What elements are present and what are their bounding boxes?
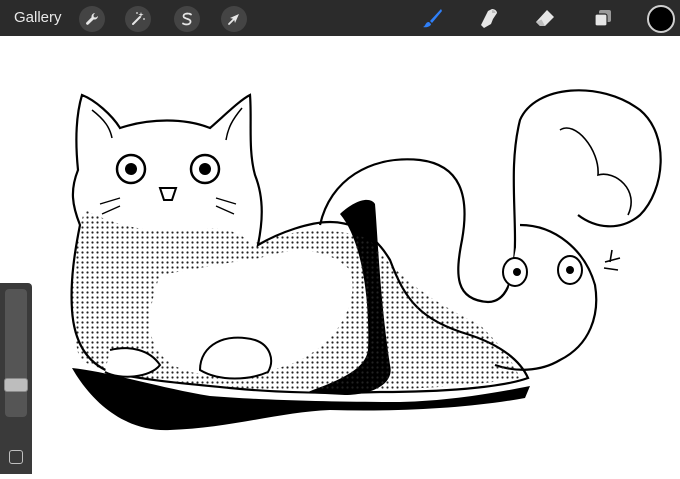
gallery-button[interactable]: Gallery bbox=[14, 9, 62, 26]
top-toolbar: Gallery bbox=[0, 0, 680, 36]
modify-button[interactable] bbox=[9, 450, 23, 464]
brush-size-slider-thumb[interactable] bbox=[4, 378, 28, 392]
eraser-icon bbox=[536, 10, 554, 26]
cat-and-squirrel-illustration bbox=[70, 89, 662, 431]
arrow-cursor-icon bbox=[228, 14, 239, 25]
layers-icon bbox=[594, 10, 611, 27]
smudge-finger-icon bbox=[481, 9, 497, 28]
cat-nose bbox=[158, 187, 178, 201]
transform-button[interactable] bbox=[221, 6, 247, 32]
smudge-tool-button[interactable] bbox=[474, 4, 504, 32]
brush-size-slider[interactable] bbox=[5, 289, 27, 417]
magic-wand-icon bbox=[132, 12, 145, 25]
adjustments-button[interactable] bbox=[125, 6, 151, 32]
layers-button[interactable] bbox=[588, 4, 618, 32]
brush-tool-button[interactable] bbox=[417, 4, 447, 32]
drawing-canvas[interactable] bbox=[0, 36, 680, 474]
brush-icon bbox=[423, 9, 442, 28]
actions-button[interactable] bbox=[79, 6, 105, 32]
eraser-tool-button[interactable] bbox=[530, 4, 560, 32]
side-toolbar bbox=[0, 283, 32, 474]
squirrel-body bbox=[494, 223, 598, 371]
wrench-icon bbox=[86, 13, 98, 25]
selection-button[interactable] bbox=[174, 6, 200, 32]
selection-s-icon bbox=[182, 12, 192, 26]
color-picker-button[interactable] bbox=[647, 5, 675, 33]
